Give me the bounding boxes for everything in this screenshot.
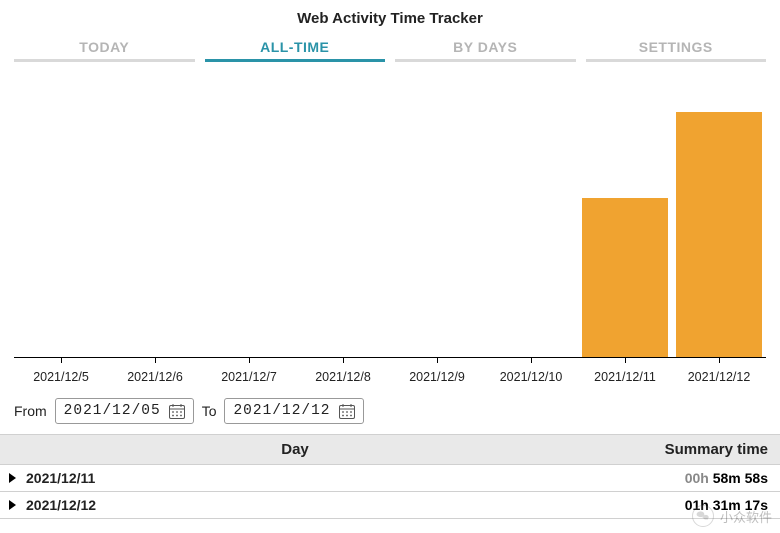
chart-x-tick: 2021/12/7 [202,370,296,384]
chart-x-tick: 2021/12/12 [672,370,766,384]
chevron-right-icon[interactable] [6,471,20,485]
tab-by-days[interactable]: BY DAYS [395,33,576,62]
chart-x-tick: 2021/12/11 [578,370,672,384]
wechat-icon [692,505,714,527]
to-date-value: 2021/12/12 [233,403,330,419]
table-row[interactable]: 2021/12/12 01h 31m 17s [0,492,780,519]
from-date-input[interactable]: 2021/12/05 [55,398,194,424]
chart-x-tick: 2021/12/6 [108,370,202,384]
chevron-right-icon[interactable] [6,498,20,512]
chart-bar [296,88,390,357]
date-range: From 2021/12/05 To 2021/12/12 [0,384,780,434]
chart-bar [484,88,578,357]
calendar-icon [169,404,185,419]
tab-today[interactable]: TODAY [14,33,195,62]
tab-all-time[interactable]: ALL-TIME [205,33,386,62]
chart-bar [390,88,484,357]
tabs: TODAY ALL-TIME BY DAYS SETTINGS [0,33,780,62]
th-day: Day [12,441,578,458]
chart: 2021/12/52021/12/62021/12/72021/12/82021… [0,88,780,384]
page-title: Web Activity Time Tracker [0,0,780,33]
chart-bar [202,88,296,357]
chart-plot [14,88,766,358]
from-date-value: 2021/12/05 [64,403,161,419]
chart-x-labels: 2021/12/52021/12/62021/12/72021/12/82021… [14,370,766,384]
to-date-input[interactable]: 2021/12/12 [224,398,363,424]
row-day: 2021/12/12 [26,497,548,513]
table-row[interactable]: 2021/12/11 00h 58m 58s [0,465,780,492]
th-summary: Summary time [578,441,768,458]
from-label: From [14,403,47,419]
chart-x-tick: 2021/12/5 [14,370,108,384]
chart-x-tick: 2021/12/9 [390,370,484,384]
to-label: To [202,403,217,419]
chart-bar [672,88,766,357]
row-day: 2021/12/11 [26,470,548,486]
row-summary: 00h 58m 58s [548,470,768,486]
chart-bar [578,88,672,357]
chart-x-tick: 2021/12/10 [484,370,578,384]
chart-x-tick: 2021/12/8 [296,370,390,384]
watermark: 小众软件 [692,505,772,527]
chart-bar [14,88,108,357]
table-header: Day Summary time [0,434,780,465]
tab-settings[interactable]: SETTINGS [586,33,767,62]
calendar-icon [339,404,355,419]
chart-bar [108,88,202,357]
